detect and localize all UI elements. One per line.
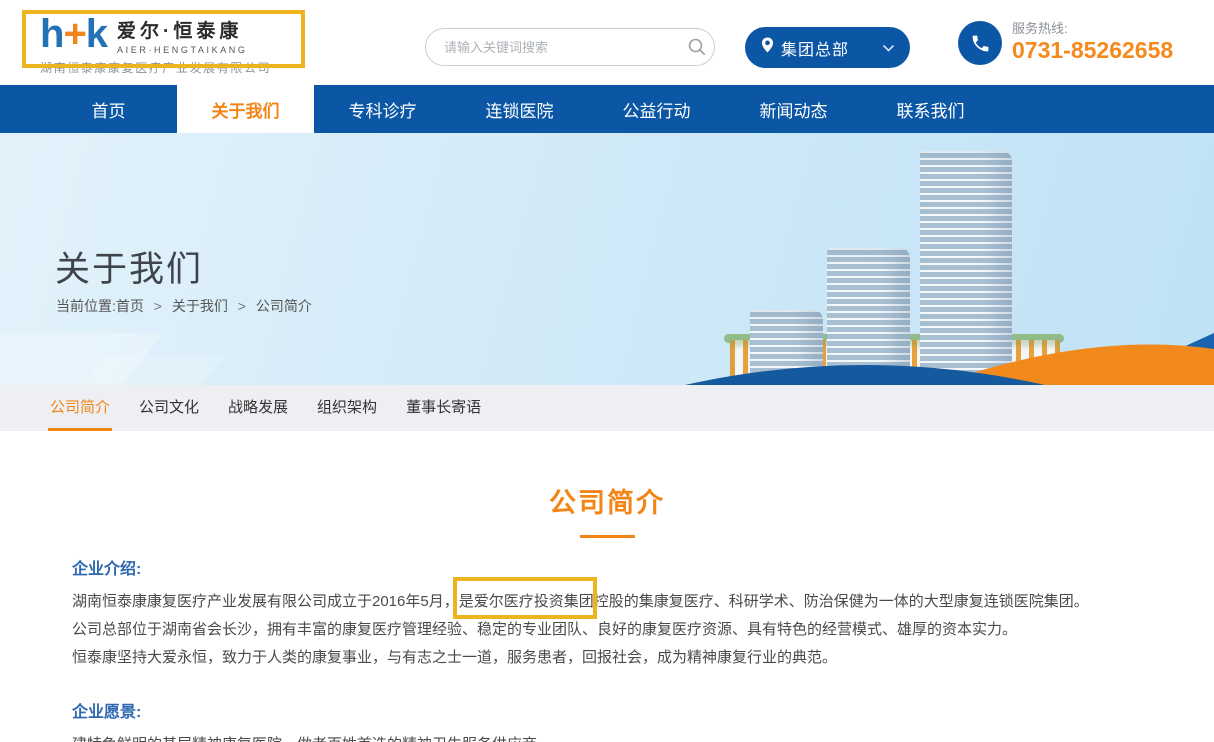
nav-item-about[interactable]: 关于我们 bbox=[177, 85, 314, 133]
hotline-number: 0731-85262658 bbox=[1012, 37, 1173, 63]
nav-item-specialty[interactable]: 专科诊疗 bbox=[314, 85, 451, 133]
section-intro: 企业介绍: 湖南恒泰康康复医疗产业发展有限公司成立于2016年5月，是爱尔医疗投… bbox=[0, 555, 1214, 672]
phone-icon bbox=[958, 21, 1002, 65]
vision-line-1: 建特色鲜明的基层精神康复医院，做老百姓首选的精神卫生服务供应商。 bbox=[72, 731, 1174, 742]
tab-organization[interactable]: 组织架构 bbox=[315, 385, 379, 431]
location-label: 集团总部 bbox=[781, 36, 849, 60]
logo-letter-h: h bbox=[40, 12, 63, 56]
search-input[interactable] bbox=[426, 40, 680, 55]
tab-strategy[interactable]: 战略发展 bbox=[226, 385, 290, 431]
search-box bbox=[425, 28, 715, 66]
breadcrumb-separator: > bbox=[154, 298, 162, 314]
breadcrumb-home[interactable]: 首页 bbox=[116, 298, 144, 314]
logo-cn-name: 爱尔·恒泰康 bbox=[117, 16, 247, 43]
logo-plus-icon: + bbox=[63, 12, 85, 56]
section-intro-title: 企业介绍: bbox=[72, 555, 1174, 579]
search-icon[interactable] bbox=[680, 29, 714, 65]
intro-line-1-pre: 湖南恒泰康康复医疗产业发展有限公司成立于2016年5月， bbox=[72, 593, 459, 610]
nav-item-charity[interactable]: 公益行动 bbox=[588, 85, 725, 133]
banner-wave-decoration bbox=[0, 325, 1214, 385]
section-tabs: 公司简介 公司文化 战略发展 组织架构 董事长寄语 bbox=[0, 385, 1214, 431]
annotation-highlight: 是爱尔医疗投资集团 bbox=[459, 593, 594, 610]
tab-chairman-message[interactable]: 董事长寄语 bbox=[404, 385, 483, 431]
content-heading: 公司简介 bbox=[0, 481, 1214, 520]
intro-line-1-highlight: 是爱尔医疗投资集团 bbox=[459, 593, 594, 610]
heading-divider bbox=[580, 535, 635, 538]
nav-item-home[interactable]: 首页 bbox=[40, 85, 177, 133]
breadcrumb-profile[interactable]: 公司简介 bbox=[256, 298, 312, 314]
intro-line-3: 恒泰康坚持大爱永恒，致力于人类的康复事业，与有志之士一道，服务患者，回报社会，成… bbox=[72, 644, 1174, 672]
breadcrumb-about[interactable]: 关于我们 bbox=[172, 298, 228, 314]
logo-letter-k: k bbox=[86, 12, 107, 56]
breadcrumb-separator: > bbox=[238, 298, 246, 314]
location-pin-icon bbox=[761, 37, 774, 58]
hotline-label: 服务热线: bbox=[1012, 22, 1173, 37]
breadcrumb-prefix: 当前位置: bbox=[56, 298, 116, 314]
main-nav: 首页 关于我们 专科诊疗 连锁医院 公益行动 新闻动态 联系我们 bbox=[0, 85, 1214, 133]
intro-line-1-post: 控股的集康复医疗、科研学术、防治保健为一体的大型康复连锁医院集团。 bbox=[594, 593, 1089, 610]
nav-item-hospitals[interactable]: 连锁医院 bbox=[451, 85, 588, 133]
section-vision: 企业愿景: 建特色鲜明的基层精神康复医院，做老百姓首选的精神卫生服务供应商。 bbox=[0, 698, 1214, 742]
tab-company-culture[interactable]: 公司文化 bbox=[137, 385, 201, 431]
logo[interactable]: h+k 爱尔·恒泰康 AIER·HENGTAIKANG 湖南恒泰康康复医疗产业发… bbox=[40, 14, 271, 76]
nav-item-news[interactable]: 新闻动态 bbox=[725, 85, 862, 133]
page-title: 关于我们 bbox=[55, 241, 203, 292]
nav-item-contact[interactable]: 联系我们 bbox=[862, 85, 999, 133]
page-header: h+k 爱尔·恒泰康 AIER·HENGTAIKANG 湖南恒泰康康复医疗产业发… bbox=[0, 0, 1214, 85]
tab-company-profile[interactable]: 公司简介 bbox=[48, 385, 112, 431]
section-vision-title: 企业愿景: bbox=[72, 698, 1174, 722]
intro-line-2: 公司总部位于湖南省会长沙，拥有丰富的康复医疗管理经验、稳定的专业团队、良好的康复… bbox=[72, 616, 1174, 644]
chevron-down-icon bbox=[883, 39, 894, 57]
hotline: 服务热线: 0731-85262658 bbox=[958, 21, 1173, 65]
logo-company-name: 湖南恒泰康康复医疗产业发展有限公司 bbox=[40, 59, 271, 76]
logo-mark: h+k bbox=[40, 14, 107, 54]
breadcrumb: 当前位置:首页 > 关于我们 > 公司简介 bbox=[56, 296, 312, 316]
main-content: 公司简介 企业介绍: 湖南恒泰康康复医疗产业发展有限公司成立于2016年5月，是… bbox=[0, 431, 1214, 742]
intro-line-1: 湖南恒泰康康复医疗产业发展有限公司成立于2016年5月，是爱尔医疗投资集团控股的… bbox=[72, 588, 1174, 616]
page-banner: 关于我们 当前位置:首页 > 关于我们 > 公司简介 bbox=[0, 133, 1214, 385]
location-dropdown[interactable]: 集团总部 bbox=[745, 27, 910, 68]
logo-en-name: AIER·HENGTAIKANG bbox=[117, 45, 247, 55]
